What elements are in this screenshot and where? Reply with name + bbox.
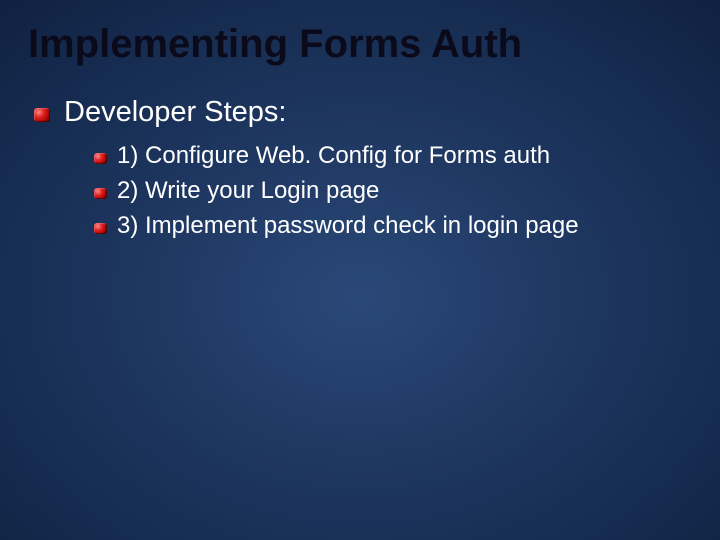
list-item: Developer Steps: (34, 96, 690, 129)
list-item: 1) Configure Web. Config for Forms auth (94, 141, 690, 172)
slide: Implementing Forms Auth Developer Steps:… (0, 0, 720, 540)
list-item: 2) Write your Login page (94, 176, 690, 207)
bullet-icon (34, 108, 50, 127)
slide-title: Implementing Forms Auth (28, 22, 522, 67)
bullet-icon (94, 221, 107, 239)
step-text: 1) Configure Web. Config for Forms auth (117, 141, 550, 172)
bullet-icon (94, 151, 107, 169)
step-text: 3) Implement password check in login pag… (117, 211, 579, 242)
slide-body: Developer Steps: 1) Configure Web. Confi… (34, 96, 690, 246)
bullet-icon (94, 186, 107, 204)
sub-list: 1) Configure Web. Config for Forms auth … (94, 141, 690, 241)
step-text: 2) Write your Login page (117, 176, 379, 207)
list-item: 3) Implement password check in login pag… (94, 211, 690, 242)
section-label: Developer Steps: (64, 96, 286, 129)
